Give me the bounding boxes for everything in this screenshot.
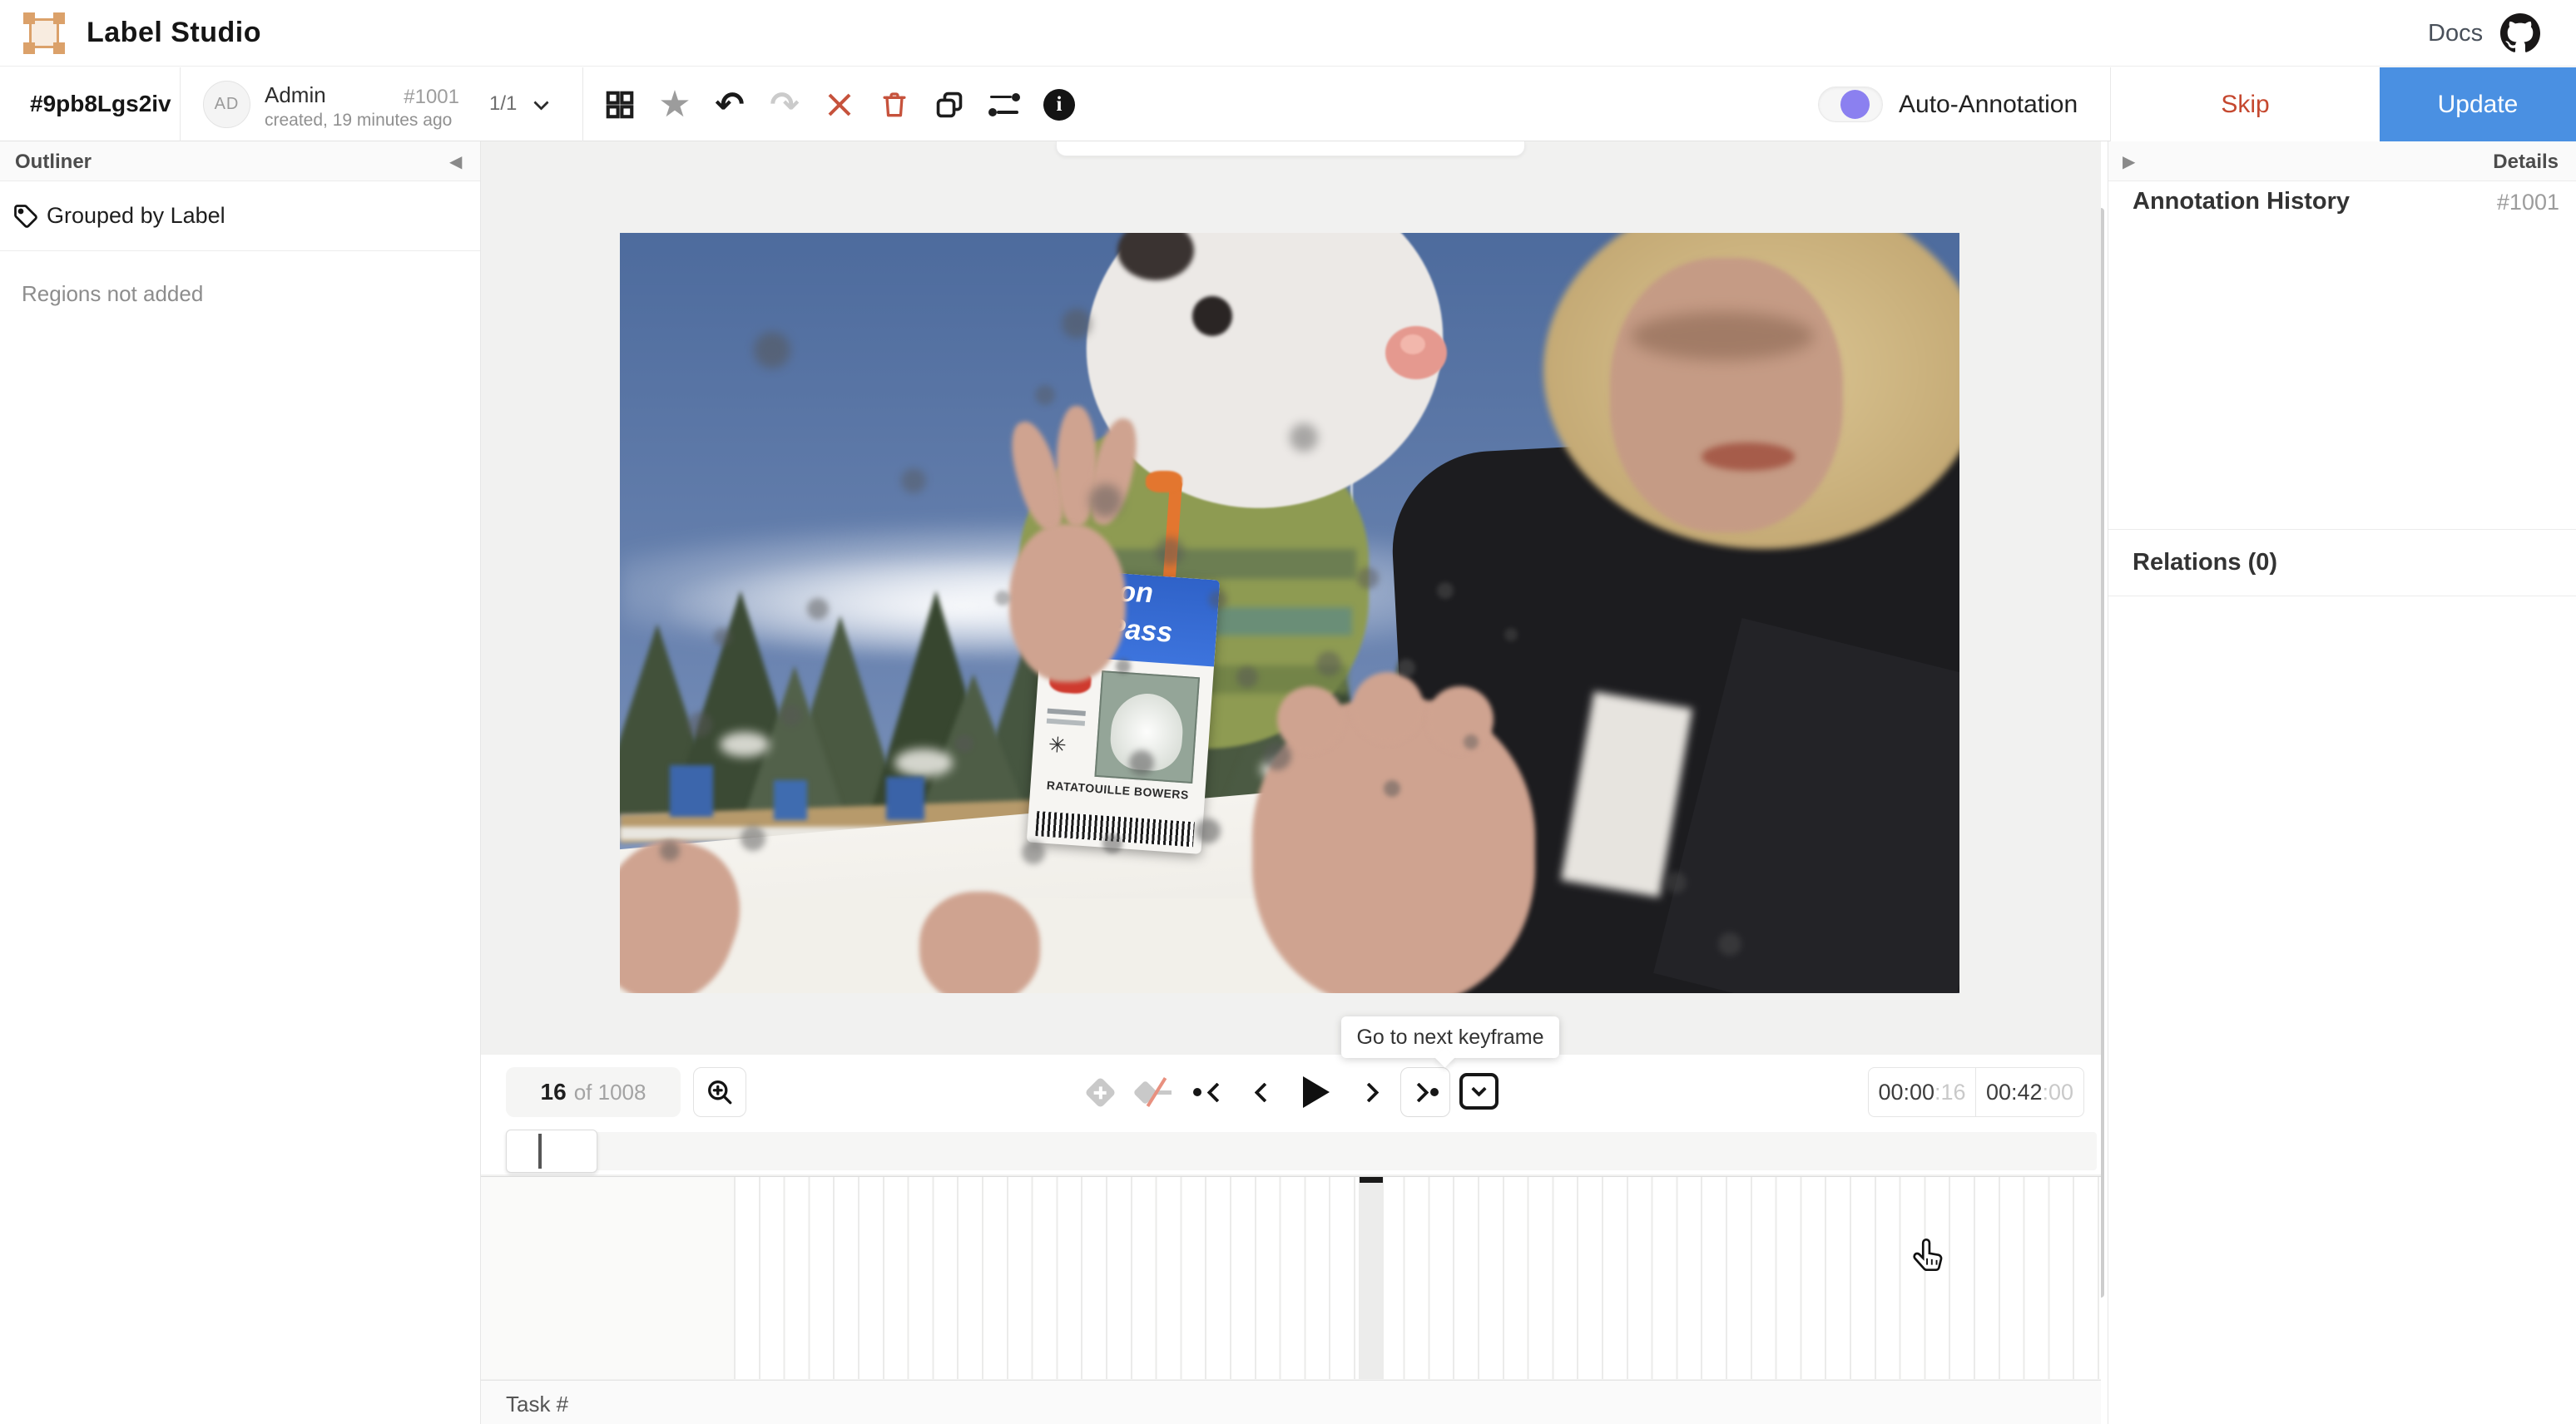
timeline-collapse-button[interactable] [1459,1073,1499,1110]
annotation-history-title: Annotation History [2133,188,2350,215]
next-frame-button[interactable] [1348,1067,1395,1117]
seekbar-position-indicator [538,1134,542,1169]
collapse-left-icon[interactable]: ◀ [449,151,462,172]
main-workspace: Season Pass 2011-12 ✳ RATATOUILLE BOWERS… [481,141,2101,1424]
outliner-panel: Outliner ◀ Grouped by Label Regions not … [0,141,481,1424]
annotation-created: created, 19 minutes ago [265,111,452,131]
prev-keyframe-button[interactable] [1185,1067,1231,1117]
frame-total: of 1008 [574,1080,646,1105]
floating-toolbar-edge [1056,141,1525,156]
settings-sliders-button[interactable] [977,76,1032,134]
info-button[interactable]: i [1032,76,1087,134]
timeline-current-frame-column [1359,1177,1384,1379]
chevron-down-icon [1471,1081,1486,1096]
copy-icon [934,89,965,121]
task-footer: Task # [481,1380,2101,1424]
annotation-pager: 1/1 [489,92,517,116]
seekbar-track[interactable] [506,1132,2097,1170]
tooltip-next-keyframe: Go to next keyframe [1341,1016,1559,1058]
x-icon [825,91,854,119]
frames-timeline[interactable] [481,1176,2101,1379]
annotator-name[interactable]: Admin [265,82,326,108]
next-keyframe-button[interactable] [1400,1067,1450,1117]
auto-annotation-label: Auto-Annotation [1899,91,2078,119]
timeline-current-frame-marker[interactable] [1360,1177,1383,1183]
frame-current: 16 [541,1079,567,1105]
auto-annotation-toggle[interactable] [1818,87,1883,122]
redo-icon: ↷ [770,84,799,125]
next-keyframe-icon [1409,1082,1429,1102]
app-header: Label Studio Docs [0,0,2576,67]
keyframe-interpolation-button[interactable] [1132,1067,1178,1117]
duplicate-annotation-button[interactable] [922,76,977,134]
play-icon [1303,1076,1330,1108]
prev-frame-button[interactable] [1238,1067,1285,1117]
annotation-id: #1001 [376,86,459,109]
delete-annotation-button[interactable] [867,76,922,134]
details-panel: ▶ Details Annotation History #1001 Relat… [2108,141,2576,1424]
zoom-in-button[interactable] [693,1067,746,1117]
total-time: 00:42 [1986,1080,2043,1105]
keyframe-slash-icon [1133,1075,1177,1109]
reset-button[interactable] [812,76,867,134]
details-title: Details [2493,151,2559,174]
prev-keyframe-icon [1193,1088,1201,1096]
update-button[interactable]: Update [2380,67,2576,141]
skip-button[interactable]: Skip [2110,67,2380,141]
star-icon: ★ [658,83,691,126]
task-label: Task # [506,1392,568,1417]
trash-icon [879,89,910,121]
current-time: 00:00 [1878,1080,1934,1105]
play-button[interactable] [1293,1067,1340,1117]
expand-right-icon[interactable]: ▶ [2123,151,2135,172]
relations-section[interactable]: Relations (0) [2108,529,2576,596]
time-display: 00:00:16 00:42:00 [1868,1067,2084,1117]
info-icon: i [1043,89,1075,121]
docs-link[interactable]: Docs [2428,20,2483,47]
sliders-icon [988,92,1020,117]
outliner-title: Outliner [15,151,92,174]
app-title: Label Studio [87,17,261,49]
annotations-dropdown-chevron-icon[interactable] [536,97,547,112]
tag-icon [13,204,38,229]
star-ground-truth-button[interactable]: ★ [647,76,702,134]
seekbar-viewport[interactable] [506,1130,597,1173]
label-studio-logo-icon[interactable] [23,12,65,54]
chevron-left-icon [1254,1082,1274,1102]
group-by-label-text: Grouped by Label [47,203,225,229]
undo-button[interactable]: ↶ [702,76,757,134]
regions-empty-message: Regions not added [22,281,203,307]
frame-counter[interactable]: 16 of 1008 [506,1067,681,1117]
group-by-label-selector[interactable]: Grouped by Label [0,181,480,251]
annotation-history-id: #1001 [2497,190,2559,215]
chevron-right-icon [1359,1082,1379,1102]
task-id: #9pb8Lgs2iv [30,91,171,117]
grid-view-button[interactable] [592,76,647,134]
keyframe-add-icon [1084,1076,1116,1108]
redo-button[interactable]: ↷ [757,76,812,134]
task-toolbar: #9pb8Lgs2iv AD Admin #1001 created, 19 m… [0,67,2576,141]
relations-title: Relations (0) [2133,549,2277,576]
video-frame[interactable]: Season Pass 2011-12 ✳ RATATOUILLE BOWERS [620,233,1959,993]
magnifier-plus-icon [705,1077,735,1107]
timeline-grid[interactable] [734,1177,2101,1379]
keyframe-add-button[interactable] [1077,1067,1123,1117]
github-icon[interactable] [2500,13,2540,53]
undo-icon: ↶ [715,84,744,125]
annotator-avatar[interactable]: AD [203,81,250,128]
